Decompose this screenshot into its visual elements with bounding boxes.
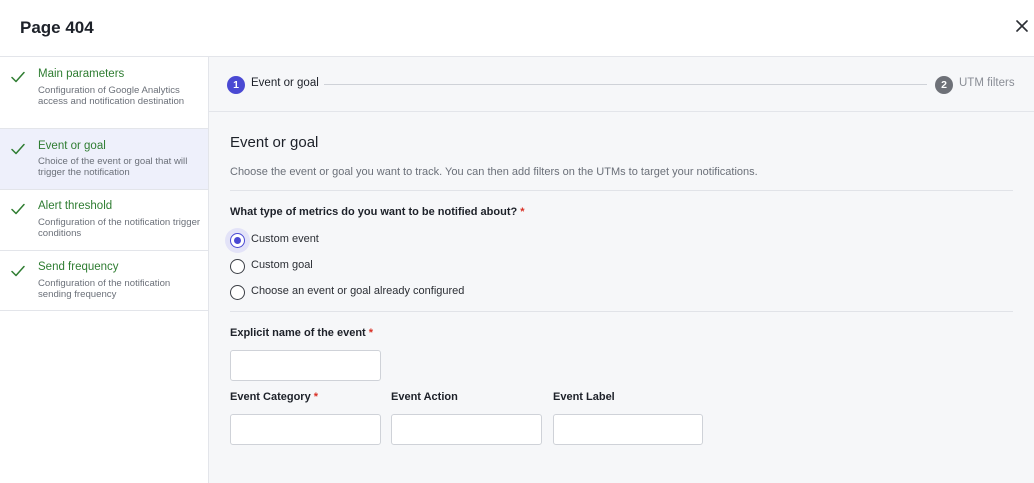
event-label-label: Event Label: [553, 391, 615, 403]
event-category-input[interactable]: [230, 414, 381, 445]
radio-button[interactable]: [230, 285, 245, 300]
check-icon: [11, 71, 25, 83]
radio-existing-event-or-goal[interactable]: Choose an event or goal already configur…: [230, 284, 530, 302]
metric-type-question: What type of metrics do you want to be n…: [230, 206, 525, 218]
steps-sidebar: Main parameters Configuration of Google …: [0, 57, 209, 483]
event-name-label: Explicit name of the event *: [230, 327, 374, 339]
step-label-utm-filters[interactable]: UTM filters: [959, 77, 1015, 89]
sidebar-item-label: Main parameters: [38, 68, 125, 80]
sidebar-item-description: Choice of the event or goal that will tr…: [38, 156, 188, 178]
sidebar-item-description: Configuration of Google Analytics access…: [38, 85, 185, 107]
radio-label: Custom event: [251, 233, 319, 245]
close-icon[interactable]: [1013, 17, 1031, 35]
event-action-label: Event Action: [391, 391, 458, 403]
event-action-input[interactable]: [391, 414, 542, 445]
step-number-badge: 2: [935, 76, 953, 94]
divider: [230, 190, 1013, 191]
required-asterisk: *: [520, 206, 525, 218]
sidebar-item-label: Event or goal: [38, 140, 106, 152]
sidebar-item-send-frequency[interactable]: Send frequency Configuration of the noti…: [0, 251, 208, 311]
question-text: What type of metrics do you want to be n…: [230, 206, 518, 218]
stepper-connector: [324, 84, 927, 85]
progress-stepper: 1 Event or goal 2 UTM filters: [209, 57, 1034, 112]
divider: [230, 311, 1013, 312]
page-title: Page 404: [20, 18, 94, 37]
sidebar-item-main-parameters[interactable]: Main parameters Configuration of Google …: [0, 57, 208, 129]
check-icon: [11, 203, 25, 215]
step-number-badge: 1: [227, 76, 245, 94]
section-title: Event or goal: [230, 134, 319, 151]
modal-header: Page 404: [0, 0, 1034, 57]
required-asterisk: *: [368, 327, 374, 339]
required-asterisk: *: [313, 391, 319, 403]
sidebar-item-label: Alert threshold: [38, 200, 113, 212]
section-description: Choose the event or goal you want to tra…: [230, 166, 758, 178]
event-name-input[interactable]: [230, 350, 381, 381]
event-category-label: Event Category *: [230, 391, 319, 403]
check-icon: [11, 143, 25, 155]
radio-button[interactable]: [230, 233, 245, 248]
event-label-input[interactable]: [553, 414, 703, 445]
check-icon: [11, 265, 25, 277]
radio-label: Custom goal: [251, 259, 313, 271]
step-label-event-or-goal[interactable]: Event or goal: [251, 77, 319, 89]
sidebar-item-alert-threshold[interactable]: Alert threshold Configuration of the not…: [0, 190, 208, 251]
radio-button[interactable]: [230, 259, 245, 274]
main-content: 1 Event or goal 2 UTM filters Event or g…: [209, 57, 1034, 483]
sidebar-item-description: Configuration of the notification trigge…: [38, 217, 201, 239]
radio-custom-goal[interactable]: Custom goal: [230, 258, 430, 276]
radio-custom-event[interactable]: Custom event: [230, 232, 430, 250]
radio-label: Choose an event or goal already configur…: [251, 285, 465, 297]
sidebar-item-event-or-goal[interactable]: Event or goal Choice of the event or goa…: [0, 129, 208, 190]
sidebar-item-label: Send frequency: [38, 261, 119, 273]
sidebar-item-description: Configuration of the notification sendin…: [38, 278, 171, 300]
